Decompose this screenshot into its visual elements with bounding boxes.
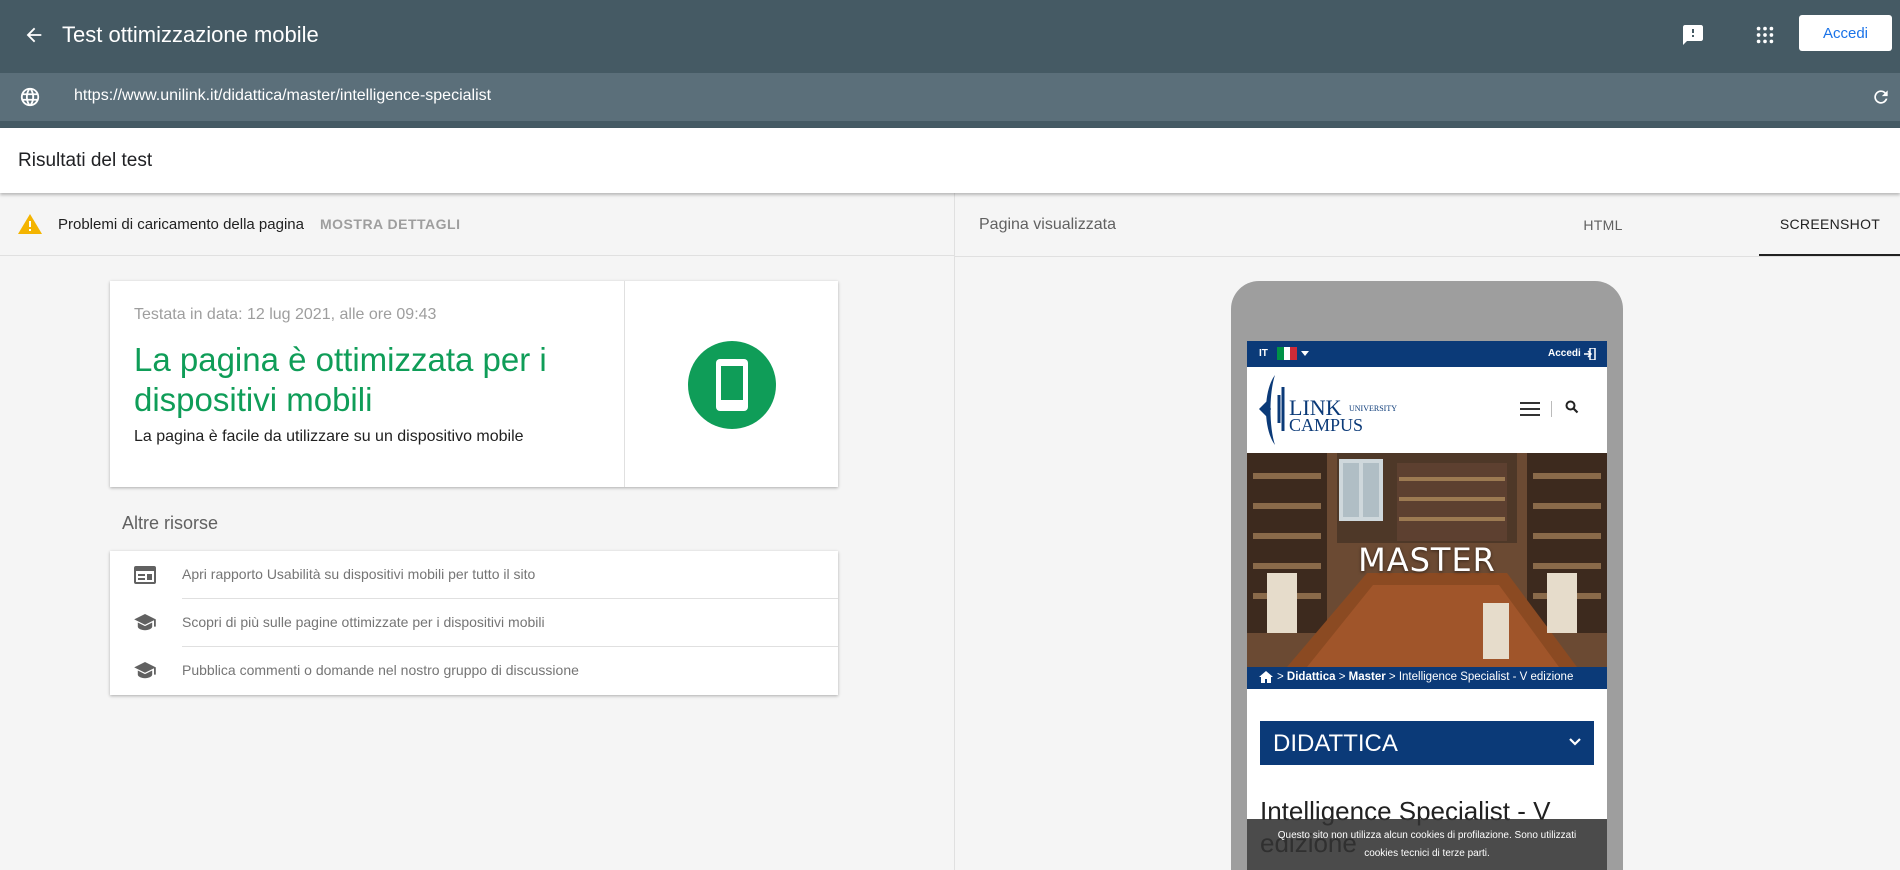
resource-item-label: Apri rapporto Usabilità su dispositivi m… — [182, 566, 536, 582]
library-hero-image: MASTER — [1247, 453, 1607, 667]
results-title: Risultati del test — [18, 150, 153, 171]
issue-bar: Problemi di caricamento della pagina MOS… — [0, 193, 954, 256]
resource-item-label: Pubblica commenti o domande nel nostro g… — [182, 662, 579, 678]
site-login-label: Accedi — [1548, 348, 1581, 359]
other-resources-title: Altre risorse — [122, 513, 219, 533]
cookie-text-line2: cookies tecnici di terze parti. — [1364, 848, 1490, 859]
breadcrumb-master[interactable]: Master — [1349, 671, 1386, 683]
link-campus-logo: LINK CAMPUS UNIVERSITY — [1259, 375, 1397, 445]
chevron-down-icon — [1569, 738, 1581, 746]
phone-screenshot[interactable]: IT Accedi LINK CAMPUS UNIVERSITY MASTER … — [1247, 341, 1607, 870]
title-row: Test ottimizzazione mobile Accedi — [0, 0, 1900, 70]
svg-text:CAMPUS: CAMPUS — [1289, 415, 1363, 435]
mobile-friendly-badge — [688, 341, 776, 429]
breadcrumb-trail: > Didattica > Master > Intelligence Spec… — [1277, 671, 1574, 683]
verdict-title: La pagina è ottimizzata per i dispositiv… — [134, 341, 547, 418]
results-pane: Problemi di caricamento della pagina MOS… — [0, 193, 954, 870]
cookie-banner: Questo sito non utilizza alcun cookies d… — [1247, 819, 1607, 870]
apps-grid-icon[interactable] — [1747, 17, 1783, 53]
rendered-page-title: Pagina visualizzata — [979, 216, 1116, 233]
result-card: Testata in data: 12 lug 2021, alle ore 0… — [110, 281, 838, 487]
smartphone-icon — [716, 359, 748, 411]
verdict-subtitle: La pagina è facile da utilizzare su un d… — [134, 428, 524, 445]
resources-list: Apri rapporto Usabilità su dispositivi m… — [110, 551, 838, 695]
school-icon — [134, 660, 156, 682]
site-language: IT — [1259, 348, 1268, 359]
italy-flag-icon — [1277, 347, 1298, 360]
login-icon — [1584, 348, 1596, 360]
resource-item-usability-report[interactable]: Apri rapporto Usabilità su dispositivi m… — [110, 551, 838, 599]
school-icon — [134, 612, 156, 634]
hamburger-menu-icon[interactable] — [1520, 401, 1540, 417]
site-breadcrumb: > Didattica > Master > Intelligence Spec… — [1247, 667, 1607, 689]
test-date: Testata in data: 12 lug 2021, alle ore 0… — [134, 306, 437, 323]
hero-title: MASTER — [1358, 541, 1496, 579]
app-title: Test ottimizzazione mobile — [62, 22, 319, 47]
resource-item-learn-more[interactable]: Scopri di più sulle pagine ottimizzate p… — [110, 599, 838, 647]
tab-screenshot[interactable]: SCREENSHOT — [1759, 193, 1900, 256]
issue-text: Problemi di caricamento della pagina — [58, 216, 304, 233]
reload-icon[interactable] — [1868, 84, 1894, 110]
tab-html[interactable]: HTML — [1563, 193, 1643, 256]
resource-item-label: Scopri di più sulle pagine ottimizzate p… — [182, 614, 545, 630]
breadcrumb-didattica[interactable]: Didattica — [1287, 671, 1336, 683]
breadcrumb-current: Intelligence Specialist - V edizione — [1398, 671, 1574, 683]
didattica-dropdown[interactable]: DIDATTICA — [1260, 721, 1594, 765]
caret-down-icon — [1301, 351, 1309, 356]
url-text[interactable]: https://www.unilink.it/didattica/master/… — [74, 87, 491, 105]
site-topbar: IT Accedi — [1247, 341, 1607, 367]
rendered-page-pane: Pagina visualizzata HTML SCREENSHOT IT A… — [954, 193, 1900, 870]
show-details-button[interactable]: MOSTRA DETTAGLI — [320, 216, 461, 232]
svg-text:UNIVERSITY: UNIVERSITY — [1349, 404, 1397, 413]
didattica-label: DIDATTICA — [1273, 730, 1398, 757]
phone-frame: IT Accedi LINK CAMPUS UNIVERSITY MASTER … — [1231, 281, 1623, 870]
app-header: Test ottimizzazione mobile Accedi https:… — [0, 0, 1900, 128]
globe-icon — [16, 83, 44, 111]
sign-in-button[interactable]: Accedi — [1799, 15, 1892, 51]
url-bar[interactable]: https://www.unilink.it/didattica/master/… — [0, 73, 1900, 121]
resource-item-discussion-group[interactable]: Pubblica commenti o domande nel nostro g… — [110, 647, 838, 695]
tabs-divider — [955, 256, 1900, 257]
results-bar: Risultati del test — [0, 128, 1900, 193]
feedback-icon[interactable] — [1675, 17, 1711, 53]
warning-icon — [18, 214, 42, 234]
search-icon[interactable] — [1565, 400, 1583, 418]
home-icon[interactable] — [1259, 671, 1273, 683]
site-header: LINK CAMPUS UNIVERSITY — [1247, 367, 1607, 453]
cookie-text-line1: Questo sito non utilizza alcun cookies d… — [1277, 830, 1577, 841]
back-arrow-icon[interactable] — [16, 17, 52, 53]
web-report-icon — [134, 564, 156, 586]
header-divider — [1551, 401, 1552, 417]
result-card-text: Testata in data: 12 lug 2021, alle ore 0… — [110, 281, 625, 487]
